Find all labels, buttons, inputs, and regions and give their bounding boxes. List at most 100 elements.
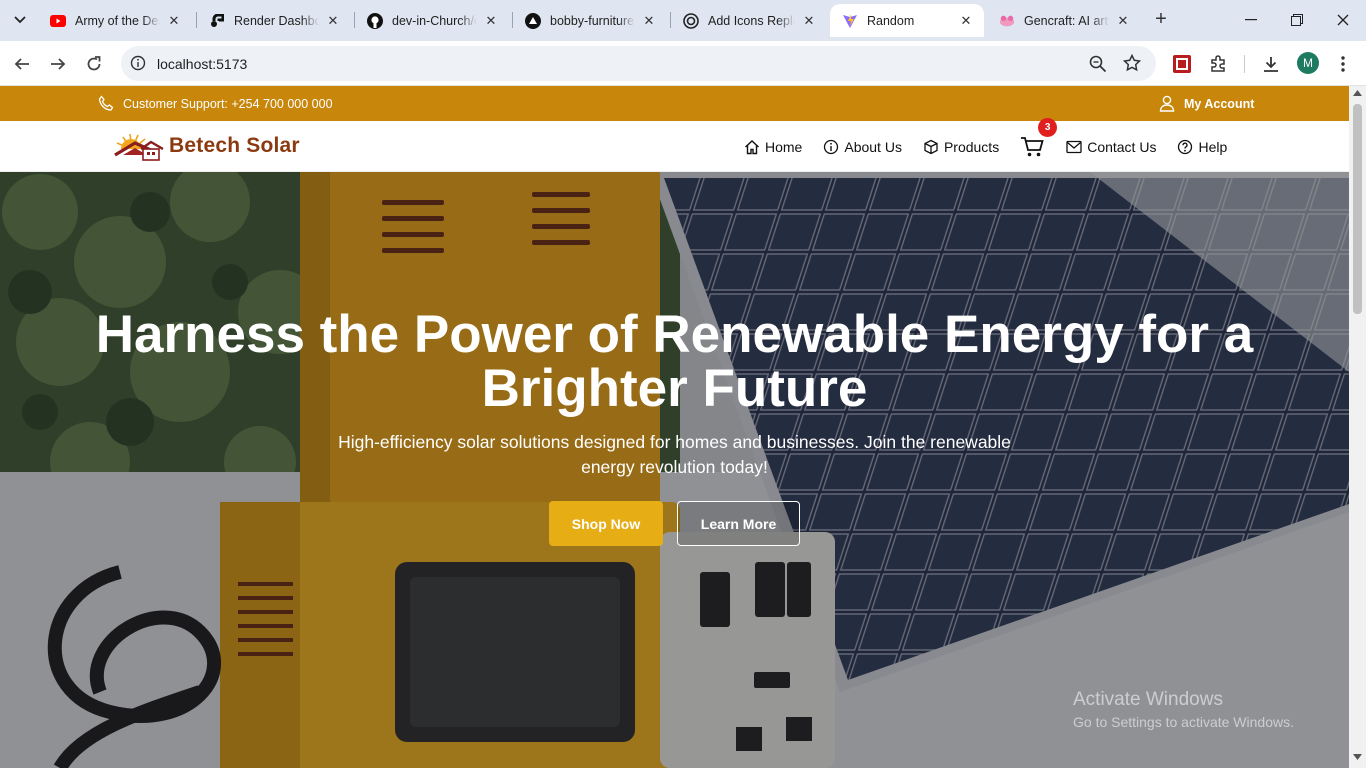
browser-tab[interactable]: Gencraft: AI art g ✕ xyxy=(987,4,1141,37)
brand-logo-link[interactable]: Betech Solar xyxy=(113,131,300,161)
web-page: Customer Support: +254 700 000 000 My Ac… xyxy=(0,86,1349,768)
tab-title: Army of the Dead xyxy=(75,13,160,28)
close-icon xyxy=(1337,14,1349,26)
close-icon[interactable]: ✕ xyxy=(958,13,974,29)
downloads-button[interactable] xyxy=(1260,53,1282,75)
tab-title: Gencraft: AI art g xyxy=(1024,13,1109,28)
forward-button[interactable] xyxy=(46,52,70,76)
chevron-down-icon xyxy=(14,16,26,24)
arrow-left-icon xyxy=(14,58,29,70)
arrow-right-icon xyxy=(51,58,66,70)
render-icon xyxy=(209,13,225,29)
more-vertical-icon xyxy=(1341,56,1345,72)
hero-title-line: Harness the Power of Renewable Energy fo… xyxy=(95,305,1254,364)
browser-menu-button[interactable] xyxy=(1333,52,1353,76)
address-bar[interactable]: localhost:5173 xyxy=(121,46,1156,81)
hero-title-line: Brighter Future xyxy=(481,359,868,418)
scrollbar-thumb[interactable] xyxy=(1353,104,1362,314)
restore-button[interactable] xyxy=(1282,6,1312,34)
cart-button[interactable]: 3 xyxy=(1020,117,1058,158)
phone-icon xyxy=(98,95,114,111)
vercel-icon xyxy=(525,12,541,29)
tab-title: dev-in-Church/c xyxy=(392,13,477,28)
zoom-icon[interactable] xyxy=(1089,55,1107,73)
extension-button[interactable] xyxy=(1171,53,1193,75)
minimize-button[interactable] xyxy=(1236,6,1266,34)
profile-avatar[interactable]: M xyxy=(1297,52,1319,74)
gencraft-icon xyxy=(999,13,1015,29)
tab-title: bobby-furniture xyxy=(550,13,635,28)
close-window-button[interactable] xyxy=(1328,6,1358,34)
browser-tab[interactable]: Army of the Dead ✕ xyxy=(38,4,192,37)
hero-subtitle: High-efficiency solar solutions designed… xyxy=(338,432,1011,477)
cart-count-badge: 3 xyxy=(1038,117,1058,137)
close-icon[interactable]: ✕ xyxy=(483,13,499,29)
browser-tab-active[interactable]: Random ✕ xyxy=(830,4,984,37)
nav-help[interactable]: Help xyxy=(1177,139,1227,155)
hero-section: Harness the Power of Renewable Energy fo… xyxy=(0,172,1349,768)
reload-icon xyxy=(87,56,101,71)
browser-tab[interactable]: bobby-furniture ✕ xyxy=(513,4,667,37)
nav-home-label: Home xyxy=(765,138,803,155)
nav-help-label: Help xyxy=(1198,138,1228,155)
close-icon[interactable]: ✕ xyxy=(166,13,182,29)
restore-icon xyxy=(1291,14,1303,26)
solar-house-logo-icon xyxy=(114,133,164,161)
reload-button[interactable] xyxy=(82,52,106,76)
vite-icon xyxy=(842,13,858,29)
close-icon[interactable]: ✕ xyxy=(641,13,657,29)
nav-contact-label: Contact Us xyxy=(1087,138,1157,155)
tab-title: Add Icons Replace xyxy=(708,13,795,28)
nav-home[interactable]: Home xyxy=(744,139,802,155)
home-icon xyxy=(745,139,759,154)
openai-icon xyxy=(683,12,699,29)
scroll-up-arrow-icon[interactable] xyxy=(1353,90,1362,96)
site-navbar: Betech Solar Home About Us Products 3 Co… xyxy=(0,117,1349,172)
browser-tab-strip: Army of the Dead ✕ Render Dashboard ✕ de… xyxy=(0,0,1366,41)
browser-tab[interactable]: Render Dashboard ✕ xyxy=(197,4,351,37)
support-text: Customer Support: +254 700 000 000 xyxy=(123,96,333,111)
tab-title: Random xyxy=(867,13,915,28)
support-bar: Customer Support: +254 700 000 000 My Ac… xyxy=(0,86,1349,121)
youtube-icon xyxy=(50,13,66,29)
scroll-down-arrow-icon[interactable] xyxy=(1353,754,1362,760)
shop-now-button[interactable]: Shop Now xyxy=(549,501,663,546)
nav-products[interactable]: Products xyxy=(923,139,999,155)
puzzle-icon xyxy=(1211,55,1225,72)
page-scrollbar[interactable] xyxy=(1349,86,1366,768)
user-icon xyxy=(1159,95,1175,112)
info-icon xyxy=(824,139,839,154)
bookmark-star-icon[interactable] xyxy=(1123,54,1141,72)
learn-more-button[interactable]: Learn More xyxy=(677,501,800,546)
watermark-subtitle: Go to Settings to activate Windows. xyxy=(1073,714,1294,730)
tab-search-button[interactable] xyxy=(6,6,34,34)
new-tab-button[interactable]: + xyxy=(1150,8,1172,30)
info-icon[interactable] xyxy=(130,55,146,71)
brand-name: Betech Solar xyxy=(169,134,300,157)
hero-title: Harness the Power of Renewable Energy fo… xyxy=(0,308,1349,416)
tab-title: Render Dashboard xyxy=(234,13,319,28)
windows-activation-watermark: Activate Windows Go to Settings to activ… xyxy=(1073,689,1294,730)
extensions-menu-button[interactable] xyxy=(1207,53,1229,75)
help-icon xyxy=(1178,139,1193,154)
minimize-icon xyxy=(1245,19,1257,21)
close-icon[interactable]: ✕ xyxy=(1115,13,1131,29)
close-icon[interactable]: ✕ xyxy=(325,13,341,29)
box-icon xyxy=(924,139,938,154)
back-button[interactable] xyxy=(10,52,34,76)
download-icon xyxy=(1264,57,1278,72)
nav-contact-us[interactable]: Contact Us xyxy=(1066,139,1156,155)
my-account-label: My Account xyxy=(1184,96,1255,111)
nav-about-us[interactable]: About Us xyxy=(823,139,902,155)
nav-about-label: About Us xyxy=(844,138,902,155)
shopping-cart-icon xyxy=(1021,136,1044,156)
customer-support: Customer Support: +254 700 000 000 xyxy=(98,95,333,112)
url-text[interactable]: localhost:5173 xyxy=(157,56,247,72)
browser-tab[interactable]: Add Icons Replace ✕ xyxy=(671,4,827,37)
nav-products-label: Products xyxy=(943,138,1000,155)
github-icon xyxy=(367,12,383,29)
my-account-link[interactable]: My Account xyxy=(1159,95,1254,112)
browser-tab[interactable]: dev-in-Church/c ✕ xyxy=(355,4,509,37)
main-navigation: Home About Us Products 3 Contact Us Help xyxy=(744,117,1248,172)
close-icon[interactable]: ✕ xyxy=(801,13,817,29)
